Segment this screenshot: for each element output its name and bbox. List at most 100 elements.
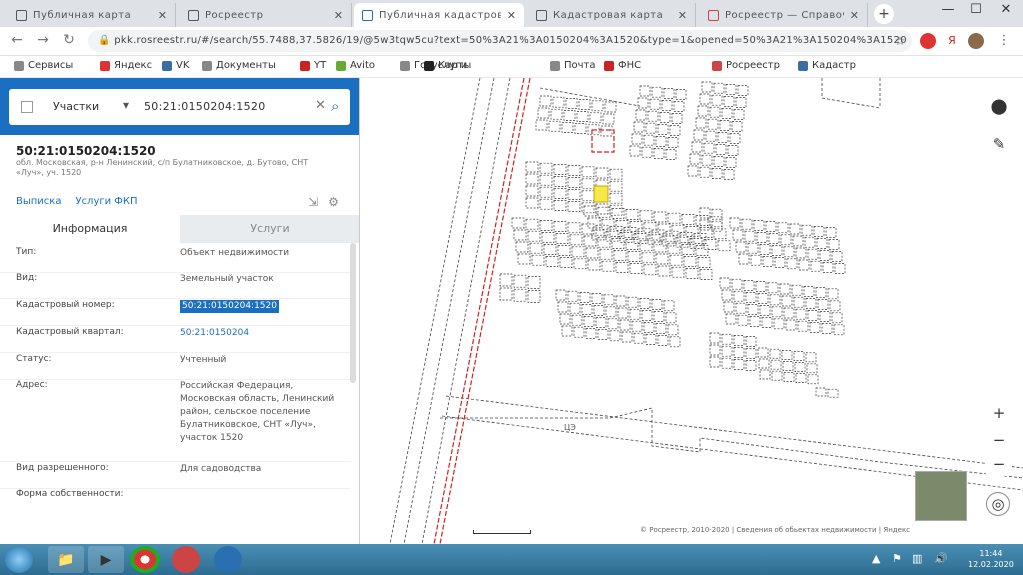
land-parcel[interactable] bbox=[798, 259, 810, 271]
cadastral-number-value[interactable]: 50:21:0150204:1520 bbox=[180, 300, 279, 313]
land-parcel[interactable] bbox=[553, 164, 567, 175]
bookmark-item[interactable]: ФНС bbox=[604, 60, 641, 71]
share-icon[interactable]: ⇲ bbox=[308, 195, 318, 209]
land-parcel[interactable] bbox=[595, 317, 607, 328]
land-parcel[interactable] bbox=[552, 96, 565, 108]
land-parcel[interactable] bbox=[774, 257, 786, 268]
land-parcel[interactable] bbox=[609, 180, 623, 192]
land-parcel[interactable] bbox=[721, 357, 733, 369]
bookmark-item[interactable]: Сервисы bbox=[14, 60, 73, 71]
land-parcel[interactable] bbox=[525, 218, 539, 230]
land-parcel[interactable] bbox=[525, 161, 539, 173]
reload-icon[interactable]: ↻ bbox=[60, 32, 78, 48]
maximize-button[interactable]: ☐ bbox=[964, 2, 988, 17]
land-parcel[interactable] bbox=[810, 260, 822, 272]
land-parcel[interactable] bbox=[655, 253, 669, 265]
land-parcel[interactable] bbox=[735, 97, 747, 108]
land-parcel[interactable] bbox=[723, 169, 735, 180]
land-parcel[interactable] bbox=[785, 319, 797, 331]
land-parcel[interactable] bbox=[783, 307, 795, 319]
bookmark-item[interactable]: Яндекс bbox=[100, 60, 152, 71]
land-parcel[interactable] bbox=[745, 360, 757, 371]
land-parcel[interactable] bbox=[663, 88, 675, 99]
land-parcel[interactable] bbox=[729, 133, 741, 144]
land-parcel[interactable] bbox=[665, 312, 677, 324]
land-parcel[interactable] bbox=[639, 210, 653, 222]
land-parcel[interactable] bbox=[633, 332, 645, 344]
land-parcel[interactable] bbox=[555, 289, 567, 301]
land-parcel[interactable] bbox=[681, 214, 695, 225]
land-parcel[interactable] bbox=[513, 274, 527, 288]
land-parcel[interactable] bbox=[651, 86, 663, 98]
land-parcel[interactable] bbox=[719, 277, 731, 289]
land-parcel[interactable] bbox=[807, 248, 819, 260]
browser-tab-1[interactable]: Публичная карта ✕ bbox=[8, 3, 176, 27]
land-parcel[interactable] bbox=[585, 328, 597, 339]
land-parcel[interactable] bbox=[633, 121, 645, 133]
land-parcel[interactable] bbox=[681, 244, 695, 255]
land-parcel[interactable] bbox=[659, 112, 671, 123]
land-parcel[interactable] bbox=[721, 345, 733, 357]
land-parcel[interactable] bbox=[567, 189, 581, 200]
land-parcel[interactable] bbox=[695, 117, 707, 129]
land-parcel[interactable] bbox=[711, 220, 723, 232]
land-parcel[interactable] bbox=[593, 305, 605, 316]
land-parcel[interactable] bbox=[527, 230, 541, 242]
land-parcel[interactable] bbox=[555, 233, 569, 244]
land-parcel[interactable] bbox=[747, 242, 759, 254]
land-parcel[interactable] bbox=[576, 111, 589, 122]
land-parcel[interactable] bbox=[693, 129, 705, 141]
land-parcel[interactable] bbox=[807, 374, 819, 385]
land-parcel[interactable] bbox=[629, 263, 643, 274]
land-parcel[interactable] bbox=[539, 162, 553, 174]
land-parcel[interactable] bbox=[756, 232, 768, 243]
land-parcel[interactable] bbox=[511, 217, 525, 229]
explorer-icon[interactable]: 📁 bbox=[48, 546, 84, 573]
land-parcel[interactable] bbox=[691, 141, 703, 153]
land-parcel[interactable] bbox=[713, 156, 725, 167]
land-parcel[interactable] bbox=[567, 165, 581, 176]
land-parcel[interactable] bbox=[639, 85, 651, 97]
land-parcel[interactable] bbox=[591, 100, 604, 112]
land-parcel[interactable] bbox=[543, 244, 557, 255]
land-parcel[interactable] bbox=[786, 258, 798, 270]
land-parcel[interactable] bbox=[635, 109, 647, 121]
land-parcel[interactable] bbox=[604, 101, 617, 113]
land-parcel[interactable] bbox=[578, 99, 591, 110]
land-parcel[interactable] bbox=[651, 299, 663, 310]
land-parcel[interactable] bbox=[831, 312, 843, 324]
land-parcel[interactable] bbox=[795, 373, 807, 383]
land-parcel[interactable] bbox=[750, 254, 762, 266]
land-parcel[interactable] bbox=[535, 119, 548, 131]
land-parcel[interactable] bbox=[589, 112, 602, 124]
land-parcel[interactable] bbox=[687, 165, 699, 177]
land-parcel[interactable] bbox=[639, 240, 653, 252]
land-parcel[interactable] bbox=[813, 226, 825, 237]
back-icon[interactable]: ← bbox=[8, 32, 26, 48]
land-parcel[interactable] bbox=[747, 304, 759, 315]
land-parcel[interactable] bbox=[539, 220, 553, 231]
land-parcel[interactable] bbox=[653, 148, 665, 159]
land-parcel[interactable] bbox=[619, 319, 631, 331]
land-parcel[interactable] bbox=[573, 326, 585, 338]
land-parcel[interactable] bbox=[737, 314, 749, 326]
land-parcel[interactable] bbox=[709, 356, 721, 368]
close-window-button[interactable]: ✕ bbox=[994, 2, 1018, 17]
land-parcel[interactable] bbox=[561, 122, 574, 133]
land-parcel[interactable] bbox=[738, 253, 750, 265]
land-parcel[interactable] bbox=[631, 320, 643, 332]
land-parcel[interactable] bbox=[539, 174, 553, 186]
land-parcel[interactable] bbox=[655, 323, 667, 334]
land-parcel[interactable] bbox=[671, 266, 685, 278]
browser-tab-3[interactable]: Публичная кадастровая ✕ bbox=[354, 3, 524, 27]
land-parcel[interactable] bbox=[513, 229, 527, 241]
land-parcel[interactable] bbox=[713, 82, 725, 94]
land-parcel[interactable] bbox=[783, 372, 795, 382]
bookmark-item[interactable]: YT bbox=[300, 60, 326, 71]
land-parcel[interactable] bbox=[647, 110, 659, 122]
land-parcel[interactable] bbox=[793, 296, 805, 308]
close-tab-icon[interactable]: ✕ bbox=[850, 9, 859, 22]
land-parcel[interactable] bbox=[548, 120, 561, 132]
land-parcel[interactable] bbox=[527, 290, 541, 303]
land-parcel[interactable] bbox=[737, 85, 749, 96]
